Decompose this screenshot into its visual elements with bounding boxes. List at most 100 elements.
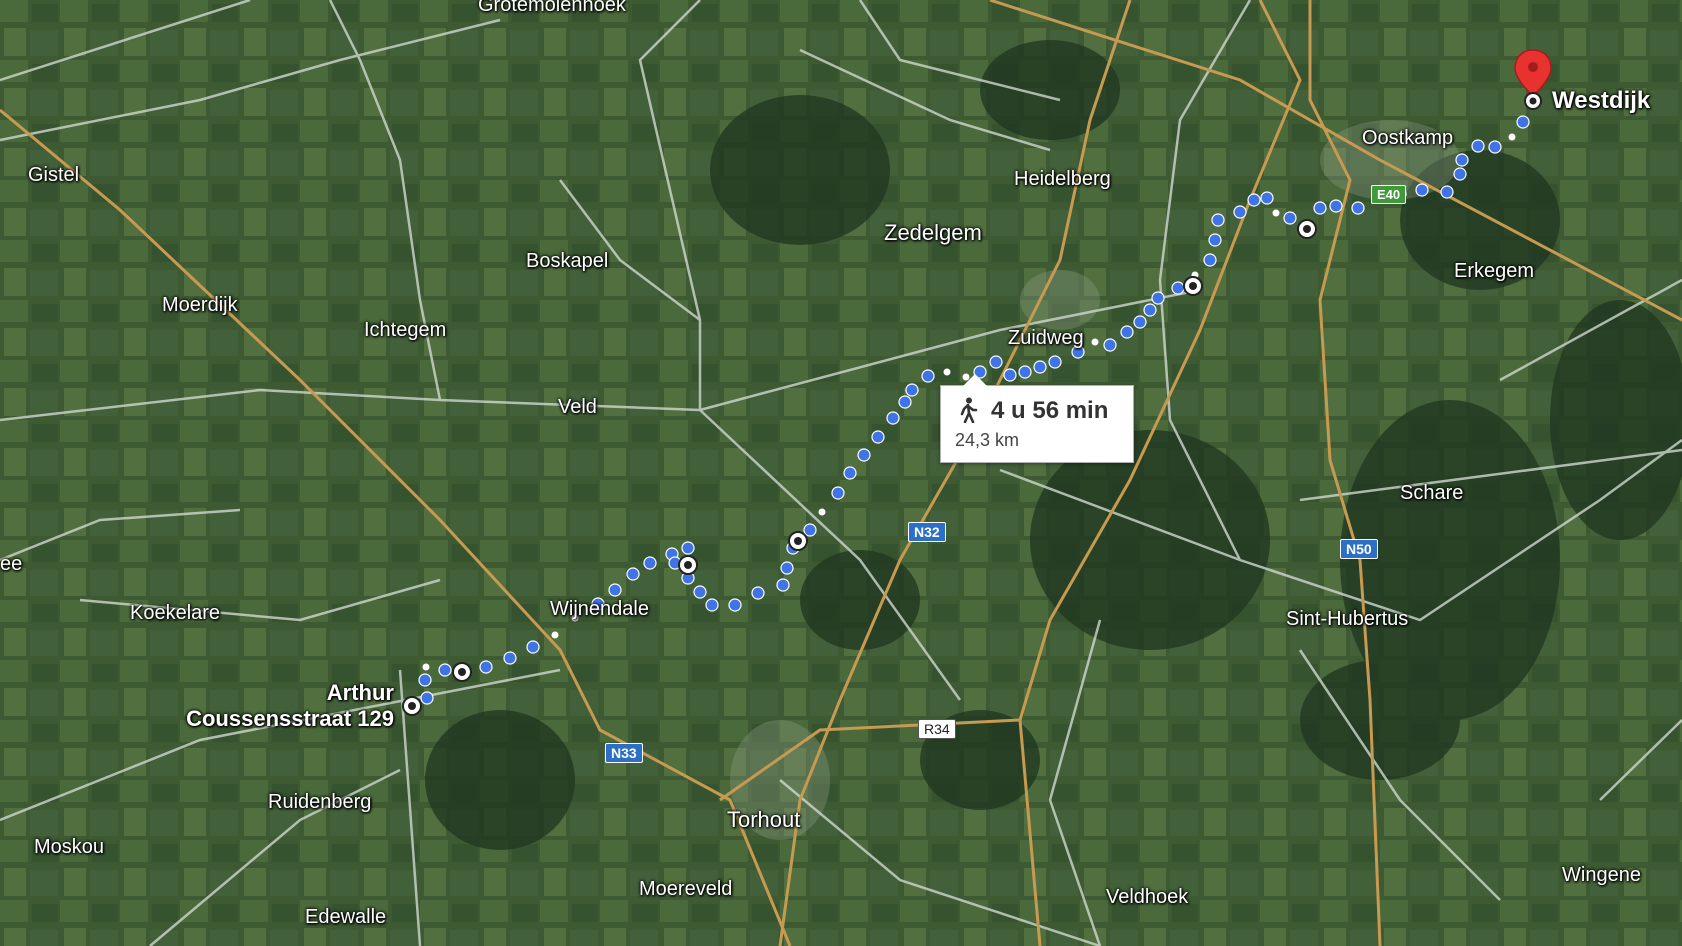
road-shield-e40: E40 <box>1371 185 1407 204</box>
route-dot <box>776 578 790 592</box>
route-dot <box>1247 193 1261 207</box>
route-dot <box>1018 365 1032 379</box>
route-dot <box>643 556 657 570</box>
place-label-moskou: Moskou <box>34 836 105 858</box>
route-dot <box>1516 115 1530 129</box>
route-dot <box>422 663 430 671</box>
destination-marker[interactable] <box>1524 92 1542 110</box>
route-duration: 4 u 56 min <box>991 397 1109 424</box>
route-dot <box>1313 201 1327 215</box>
place-label-wingene: Wingene <box>1562 864 1641 886</box>
place-label-ichtegem: Ichtegem <box>364 319 447 341</box>
place-label-gistel: Gistel <box>28 164 80 186</box>
route-dot <box>921 369 935 383</box>
route-dot <box>1453 167 1467 181</box>
place-label-veldhoek: Veldhoek <box>1106 886 1189 908</box>
route-dot <box>1351 201 1365 215</box>
place-label-zuidweg: Zuidweg <box>1008 327 1084 349</box>
route-dot <box>479 660 493 674</box>
route-dot <box>1508 133 1516 141</box>
route-dot <box>886 411 900 425</box>
route-waypoint-marker[interactable] <box>678 555 698 575</box>
place-label-veld: Veld <box>558 396 597 418</box>
route-dot <box>1233 205 1247 219</box>
route-dot <box>857 448 871 462</box>
place-label-moereveld: Moereveld <box>639 878 733 900</box>
place-label-oostkamp: Oostkamp <box>1362 127 1454 149</box>
route-dot <box>681 541 695 555</box>
place-label-ee: ee <box>0 553 23 575</box>
route-dot <box>1203 253 1217 267</box>
place-label-moerdijk: Moerdijk <box>162 294 238 316</box>
route-dot <box>898 395 912 409</box>
route-dot <box>1260 191 1274 205</box>
route-dot <box>943 368 951 376</box>
route-dot <box>1211 213 1225 227</box>
start-address-line2: Coussensstraat 129 <box>186 706 394 731</box>
place-label-torhout: Torhout <box>727 807 801 832</box>
route-dot <box>818 508 826 516</box>
route-dot <box>751 586 765 600</box>
route-dot <box>1488 140 1502 154</box>
place-label-koekelare: Koekelare <box>130 602 221 624</box>
route-dot <box>1103 338 1117 352</box>
road-shield-n32: N32 <box>908 522 946 542</box>
route-dot <box>1091 338 1099 346</box>
route-dot <box>1171 281 1185 295</box>
place-label-schare: Schare <box>1400 482 1464 504</box>
route-dot <box>1329 199 1343 213</box>
route-dot <box>1048 355 1062 369</box>
route-dot <box>871 430 885 444</box>
satellite-map[interactable]: Gistel Grotemolenhoek Boskapel Moerdijk … <box>0 0 1682 946</box>
route-dot <box>693 585 707 599</box>
route-dot <box>626 567 640 581</box>
place-label-grotemolenhoek: Grotemolenhoek <box>478 0 626 16</box>
road-shield-n50: N50 <box>1340 539 1378 559</box>
route-dot <box>526 640 540 654</box>
route-dot <box>728 598 742 612</box>
destination-pin-icon[interactable] <box>1514 49 1552 98</box>
route-dot <box>1033 360 1047 374</box>
route-waypoint-marker[interactable] <box>452 662 472 682</box>
destination-label[interactable]: Westdijk <box>1552 88 1650 114</box>
route-dot <box>831 486 845 500</box>
route-dot <box>905 383 919 397</box>
walking-person-icon <box>960 397 978 423</box>
route-dot <box>1440 185 1454 199</box>
road-shield-n33: N33 <box>605 743 643 763</box>
place-label-boskapel: Boskapel <box>526 250 609 272</box>
place-label-ruidenberg: Ruidenberg <box>268 791 372 813</box>
route-dot <box>1455 153 1469 167</box>
route-dot <box>780 561 794 575</box>
route-dot <box>608 583 622 597</box>
route-dot <box>705 598 719 612</box>
route-dot <box>1151 291 1165 305</box>
route-dot <box>418 673 432 687</box>
route-waypoint-marker[interactable] <box>1183 276 1203 296</box>
route-dot <box>1208 233 1222 247</box>
route-waypoint-marker[interactable] <box>788 531 808 551</box>
place-label-erkegem: Erkegem <box>1454 260 1535 282</box>
start-address-label[interactable]: Arthur Coussensstraat 129 <box>186 680 394 732</box>
route-info-box[interactable]: 4 u 56 min 24,3 km <box>940 374 1134 463</box>
start-address-line1: Arthur <box>326 680 394 705</box>
place-label-edewalle: Edewalle <box>305 906 387 928</box>
place-label-sint-hubertus: Sint-Hubertus <box>1286 608 1409 630</box>
route-dot <box>420 691 434 705</box>
route-dot <box>1133 315 1147 329</box>
place-label-wijnendale: Wijnendale <box>550 598 649 620</box>
route-dot <box>1283 211 1297 225</box>
place-label-zedelgem: Zedelgem <box>884 220 982 245</box>
start-marker[interactable] <box>402 696 422 716</box>
route-dot <box>1003 368 1017 382</box>
road-shield-r34: R34 <box>918 719 956 739</box>
route-dot <box>1415 183 1429 197</box>
route-dot <box>1143 303 1157 317</box>
route-dot <box>843 466 857 480</box>
route-waypoint-marker[interactable] <box>1297 219 1317 239</box>
place-label-heidelberg: Heidelberg <box>1014 168 1111 190</box>
route-dot <box>1120 325 1134 339</box>
route-dot <box>1471 139 1485 153</box>
route-dot <box>438 663 452 677</box>
route-dot <box>803 523 817 537</box>
